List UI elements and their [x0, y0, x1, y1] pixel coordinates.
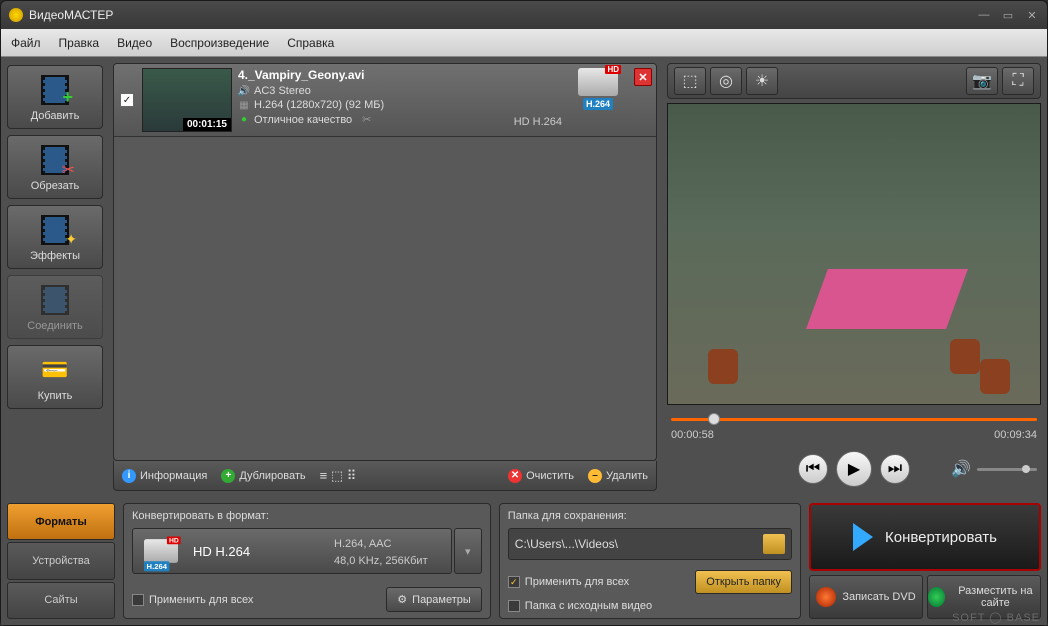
arrow-icon	[853, 523, 873, 551]
format-icon: HD	[578, 68, 618, 96]
apply-all-save-checkbox[interactable]: ✓Применить для всех	[508, 576, 629, 588]
duration-label: 00:01:15	[183, 118, 231, 131]
params-button[interactable]: ⚙Параметры	[386, 587, 482, 612]
burn-dvd-button[interactable]: Записать DVD	[809, 575, 923, 619]
effects-icon: ✦	[35, 212, 75, 248]
menu-edit[interactable]: Правка	[59, 36, 100, 50]
format-tabs: Форматы Устройства Сайты	[7, 503, 115, 619]
next-button[interactable]: ⏭	[880, 454, 910, 484]
h264-badge: H.264	[583, 98, 613, 110]
effects-button[interactable]: ✦ Эффекты	[7, 205, 103, 269]
source-folder-checkbox[interactable]: Папка с исходным видео	[508, 600, 792, 612]
apply-all-format-checkbox[interactable]: Применить для всех	[132, 594, 253, 606]
x-icon: ✕	[508, 469, 522, 483]
save-panel: Папка для сохранения: ✓Применить для все…	[499, 503, 801, 619]
merge-button[interactable]: Соединить	[7, 275, 103, 339]
buy-button[interactable]: 💳 Купить	[7, 345, 103, 409]
tab-formats[interactable]: Форматы	[7, 503, 115, 540]
menu-play[interactable]: Воспроизведение	[170, 36, 269, 50]
convert-panel: Конвертировать в формат: HDH.264 HD H.26…	[123, 503, 491, 619]
buy-icon: 💳	[35, 352, 75, 388]
crop-button[interactable]: ✂ Обрезать	[7, 135, 103, 199]
list-toolbar: iИнформация +Дублировать ≡ ⬚ ⠿ ✕Очистить…	[113, 461, 657, 491]
quality-info: Отличное качество	[254, 114, 352, 126]
close-button[interactable]: ✕	[1025, 8, 1039, 22]
maximize-button[interactable]: ▭	[1001, 8, 1015, 22]
format-text: HD H.264	[514, 116, 562, 132]
tab-devices[interactable]: Устройства	[7, 542, 115, 579]
codec-info: H.264 (1280x720) (92 МБ)	[254, 99, 384, 111]
view-toggle[interactable]: ≡ ⬚ ⠿	[320, 468, 357, 484]
settings-tool-button[interactable]: ◎	[710, 67, 742, 95]
gear-icon: ⚙	[397, 593, 407, 606]
sidebar: + Добавить ✂ Обрезать ✦ Эффекты Соединит…	[1, 57, 109, 497]
brightness-button[interactable]: ☀	[746, 67, 778, 95]
current-time: 00:00:58	[671, 429, 714, 441]
play-button[interactable]: ▶	[836, 451, 872, 487]
speaker-icon: 🔊	[238, 85, 250, 97]
quality-icon: ●	[238, 114, 250, 126]
audio-info: AC3 Stereo	[254, 85, 311, 97]
plus-icon: +	[221, 469, 235, 483]
scissors-icon[interactable]: ✂	[362, 113, 371, 126]
dvd-icon	[816, 587, 836, 607]
convert-title: Конвертировать в формат:	[132, 510, 482, 522]
info-icon: i	[122, 469, 136, 483]
globe-icon	[928, 587, 945, 607]
fullscreen-button[interactable]: ⛶	[1002, 67, 1034, 95]
file-thumbnail: 00:01:15	[142, 68, 232, 132]
actions-panel: Конвертировать Записать DVD Разместить н…	[809, 503, 1041, 619]
watermark: SOFT ◯ BASE	[952, 611, 1040, 624]
file-item[interactable]: ✓ 00:01:15 4._Vampiry_Geony.avi 🔊 AC3 Ste…	[114, 64, 656, 137]
preview-toolbar: ⬚ ◎ ☀ 📷 ⛶	[667, 63, 1041, 99]
menubar: Файл Правка Видео Воспроизведение Справк…	[1, 29, 1047, 57]
app-logo-icon	[9, 8, 23, 22]
remove-file-button[interactable]: ✕	[634, 68, 652, 86]
add-button[interactable]: + Добавить	[7, 65, 103, 129]
save-title: Папка для сохранения:	[508, 510, 792, 522]
clear-button[interactable]: ✕Очистить	[508, 469, 574, 483]
save-path-input[interactable]	[515, 537, 757, 551]
open-folder-button[interactable]: Открыть папку	[695, 570, 792, 594]
app-title: ВидеоМАСТЕР	[29, 8, 967, 22]
convert-button[interactable]: Конвертировать	[809, 503, 1041, 571]
delete-button[interactable]: –Удалить	[588, 469, 648, 483]
preview-panel: ⬚ ◎ ☀ 📷 ⛶ 00:00:58 0	[661, 57, 1047, 497]
prev-button[interactable]: ⏮	[798, 454, 828, 484]
crop-icon: ✂	[35, 142, 75, 178]
seek-slider[interactable]	[671, 415, 1037, 425]
info-button[interactable]: iИнформация	[122, 469, 207, 483]
file-list: ✓ 00:01:15 4._Vampiry_Geony.avi 🔊 AC3 Ste…	[113, 63, 657, 461]
video-preview[interactable]	[667, 103, 1041, 405]
video-icon: ▦	[238, 99, 250, 111]
codec-line1: H.264, AAC	[334, 536, 428, 553]
tab-sites[interactable]: Сайты	[7, 582, 115, 619]
minus-icon: –	[588, 469, 602, 483]
codec-line2: 48,0 KHz, 256Кбит	[334, 553, 428, 570]
minimize-button[interactable]: —	[977, 8, 991, 22]
file-checkbox[interactable]: ✓	[120, 93, 134, 107]
format-name: HD H.264	[193, 544, 250, 559]
duplicate-button[interactable]: +Дублировать	[221, 469, 305, 483]
total-time: 00:09:34	[994, 429, 1037, 441]
menu-video[interactable]: Видео	[117, 36, 152, 50]
add-icon: +	[35, 72, 75, 108]
volume-icon[interactable]: 🔊	[951, 459, 971, 479]
browse-folder-button[interactable]	[763, 534, 785, 554]
merge-icon	[35, 282, 75, 318]
snapshot-button[interactable]: 📷	[966, 67, 998, 95]
titlebar: ВидеоМАСТЕР — ▭ ✕	[1, 1, 1047, 29]
format-dropdown[interactable]: ▾	[454, 528, 482, 574]
file-name: 4._Vampiry_Geony.avi	[238, 68, 508, 82]
menu-file[interactable]: Файл	[11, 36, 41, 50]
menu-help[interactable]: Справка	[287, 36, 334, 50]
crop-tool-button[interactable]: ⬚	[674, 67, 706, 95]
volume-slider[interactable]	[977, 468, 1037, 471]
format-selector-icon: HDH.264	[144, 539, 178, 563]
